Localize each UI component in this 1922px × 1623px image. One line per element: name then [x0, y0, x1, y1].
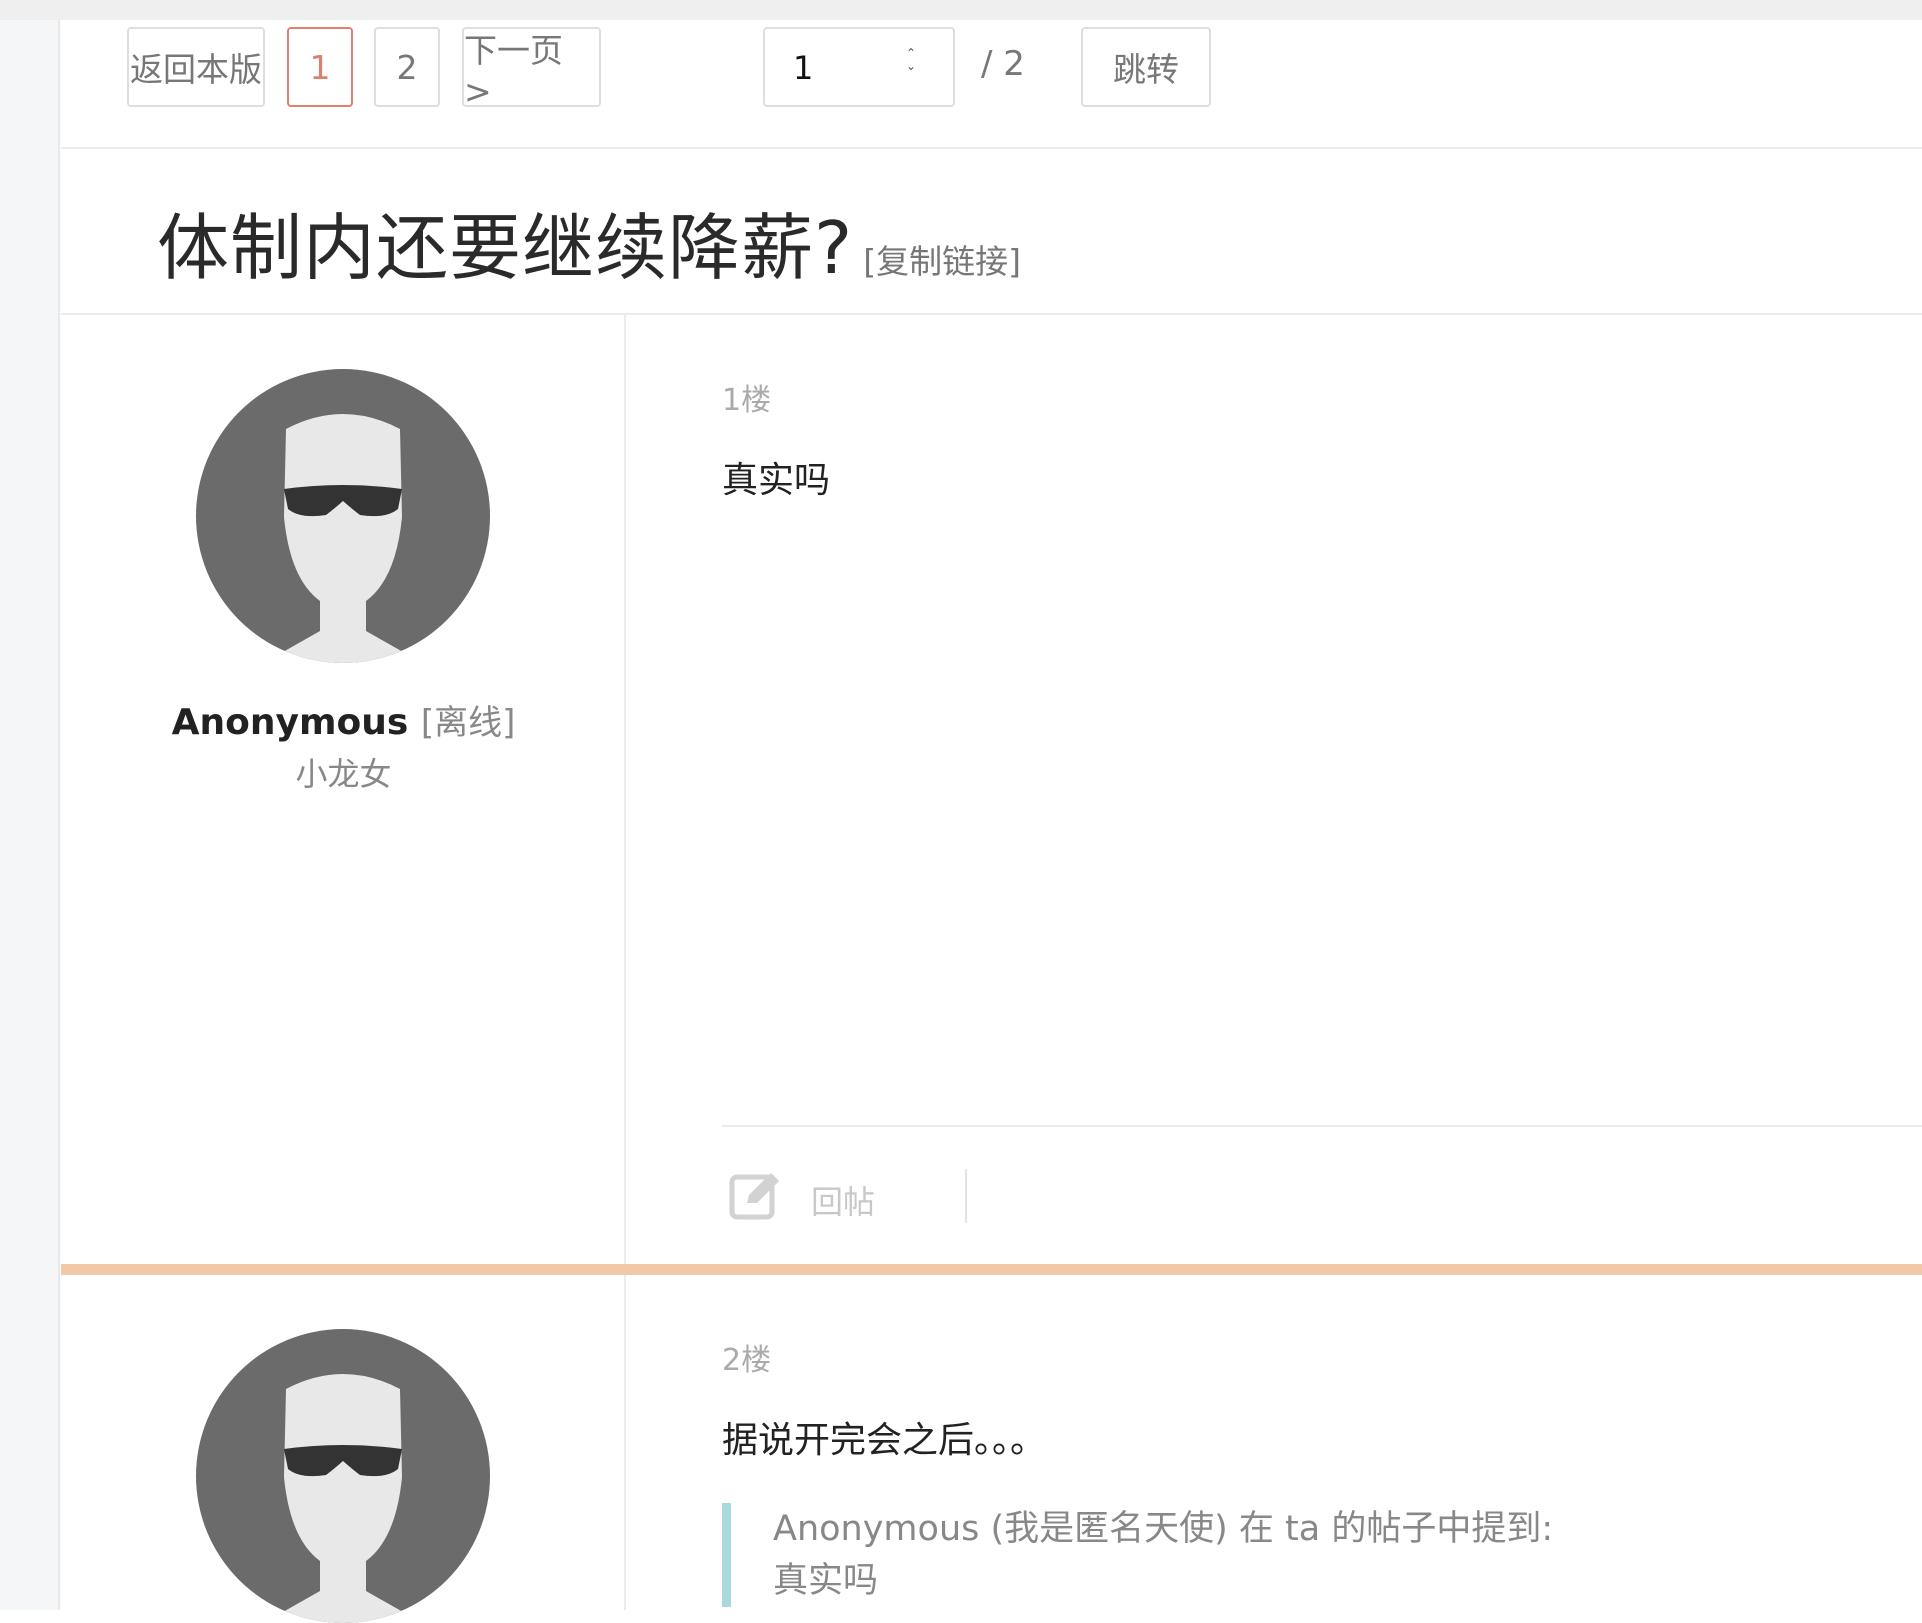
spinner-icon[interactable]: ⌃ ⌄ [903, 47, 919, 77]
floor-number: 2楼 [722, 1343, 772, 1378]
back-to-board-button[interactable]: 返回本版 [127, 27, 265, 107]
thread-title-text: 体制内还要继续降薪? [157, 206, 854, 290]
post-content: 真实吗 [722, 460, 831, 501]
post-2: 2楼 据说开完会之后。。。 Anonymous (我是匿名天使) 在 ta 的帖… [61, 1275, 1922, 1623]
page-2-button[interactable]: 2 [374, 27, 440, 107]
post-author-panel: Anonymous [离线] 小龙女 [61, 315, 626, 1264]
page-total: / 2 [981, 44, 1025, 84]
avatar[interactable] [196, 1329, 490, 1623]
quote-header: Anonymous (我是匿名天使) 在 ta 的帖子中提到: [773, 1509, 1554, 1549]
post-1: Anonymous [离线] 小龙女 1楼 真实吗 回帖 [61, 315, 1922, 1264]
page-jump-input[interactable]: 1 ⌃ ⌄ [763, 27, 955, 107]
post-content: 据说开完会之后。。。 [722, 1420, 1047, 1461]
thread-page: 返回本版 1 2 下一页 > 1 ⌃ ⌄ / 2 跳转 体制内还要继续降薪? [复制… [61, 20, 1922, 1623]
online-status: [离线] [420, 703, 516, 743]
anonymous-avatar-icon [196, 1329, 490, 1623]
pagination-bar: 返回本版 1 2 下一页 > 1 ⌃ ⌄ / 2 跳转 [61, 20, 1922, 149]
action-separator [965, 1169, 967, 1223]
browser-top-strip [0, 0, 1922, 20]
thread-title: 体制内还要继续降薪? [复制链接] [157, 189, 1021, 294]
reply-button[interactable]: 回帖 [811, 1177, 875, 1223]
anonymous-avatar-icon [196, 369, 490, 663]
quote-text: 真实吗 [773, 1561, 879, 1601]
floor-number: 1楼 [722, 383, 772, 418]
jump-button[interactable]: 跳转 [1081, 27, 1211, 107]
author-username[interactable]: Anonymous [172, 702, 409, 743]
author-title: 小龙女 [295, 755, 392, 793]
copy-link-button[interactable]: [复制链接] [863, 242, 1021, 281]
avatar[interactable] [196, 369, 490, 663]
author-name: Anonymous [离线] [61, 695, 626, 744]
left-gutter [0, 20, 60, 1610]
post-separator [61, 1264, 1922, 1275]
page-1-button[interactable]: 1 [287, 27, 353, 107]
post-author-panel [61, 1275, 626, 1623]
quote-block: Anonymous (我是匿名天使) 在 ta 的帖子中提到: 真实吗 [722, 1503, 1553, 1607]
thread-title-bar: 体制内还要继续降薪? [复制链接] [61, 149, 1922, 315]
edit-icon [729, 1173, 779, 1220]
next-page-button[interactable]: 下一页 > [462, 27, 601, 111]
post-divider [722, 1125, 1922, 1127]
page-jump-value: 1 [793, 49, 814, 87]
